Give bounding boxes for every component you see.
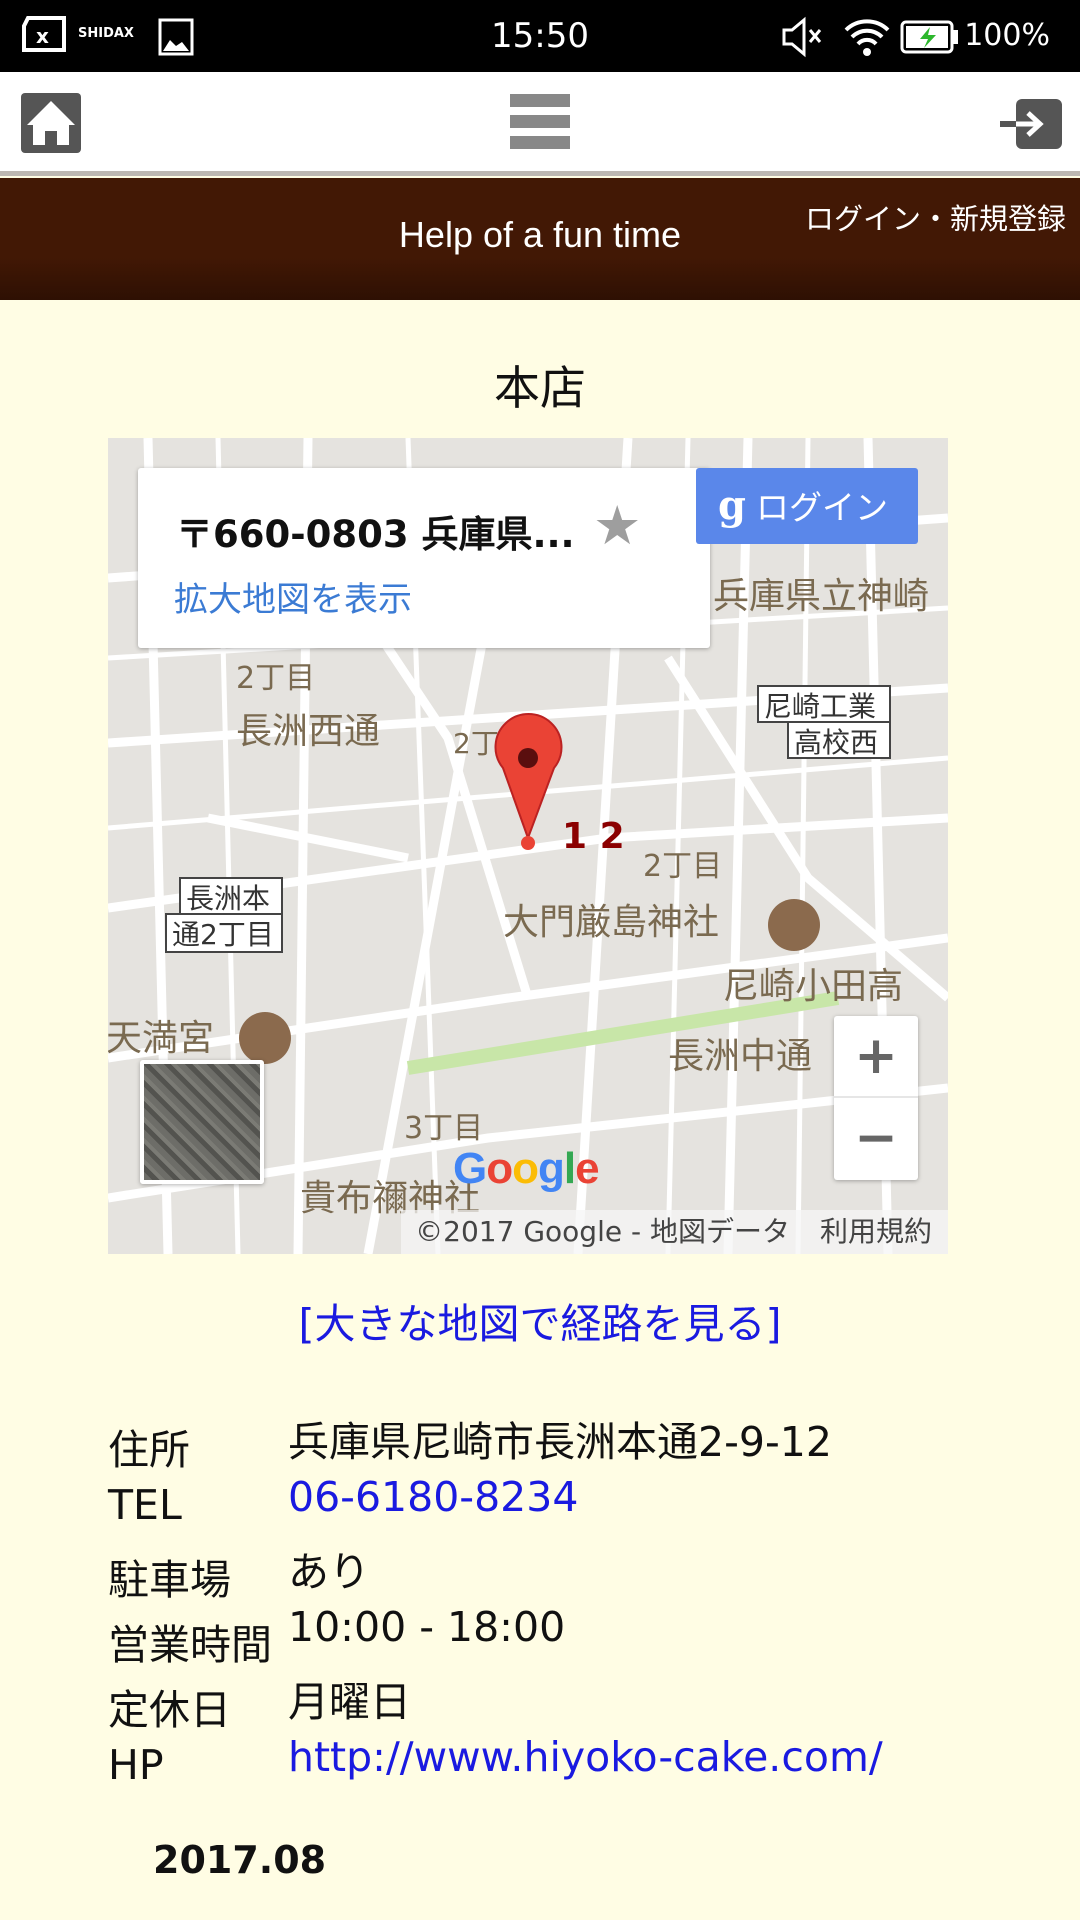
save-star-icon[interactable]: ★ — [593, 494, 641, 557]
info-value: 月曜日 — [288, 1678, 411, 1726]
map-copyright: ©2017 Google - 地図データ — [415, 1215, 790, 1248]
info-label: 駐車場 — [108, 1556, 231, 1604]
mute-icon — [782, 16, 822, 58]
info-label: TEL — [108, 1481, 182, 1529]
news-date: 2017.08 — [153, 1838, 327, 1882]
info-row-hours: 営業時間 10:00 - 18:00 — [108, 1603, 1008, 1669]
info-label: HP — [108, 1741, 164, 1789]
map-attribution: ©2017 Google - 地図データ 利用規約 — [401, 1210, 948, 1254]
route-map-link[interactable]: [大きな地図で経路を見る] — [0, 1290, 1080, 1350]
shop-name: 本店 — [494, 361, 586, 415]
login-arrow-icon[interactable] — [1000, 99, 1062, 149]
info-label: 定休日 — [108, 1686, 231, 1734]
map-info-card: 〒660-0803 兵庫県... ★ 拡大地図を表示 — [138, 468, 710, 648]
login-register-link[interactable]: ログイン・新規登録 — [805, 196, 1066, 238]
wifi-icon — [844, 19, 890, 56]
hamburger-menu-icon — [510, 94, 570, 107]
terms-link[interactable]: 利用規約 — [820, 1215, 932, 1248]
map-label: 尼崎工業 — [764, 690, 876, 723]
map-label: 高校西 — [794, 726, 878, 759]
satellite-toggle[interactable] — [140, 1060, 264, 1184]
map-label: 通2丁目 — [172, 918, 274, 951]
info-row-parking: 駐車場 あり — [108, 1538, 1008, 1604]
info-row-tel: TEL 06-6180-8234 — [108, 1473, 1008, 1538]
map-marker-icon[interactable] — [494, 713, 563, 850]
map-label: 兵庫県立神崎 — [713, 576, 929, 617]
info-label: 営業時間 — [108, 1621, 272, 1669]
phone-link[interactable]: 06-6180-8234 — [288, 1473, 578, 1521]
homepage-link[interactable]: http://www.hiyoko-cake.com/ — [288, 1733, 883, 1781]
shop-info: 住所 兵庫県尼崎市長洲本通2-9-12 TEL 06-6180-8234 駐車場 あり… — [108, 1408, 1008, 1798]
google-g-icon: g — [718, 482, 746, 529]
zoom-out-button[interactable]: − — [834, 1098, 918, 1180]
view-larger-map-link[interactable]: 拡大地図を表示 — [174, 572, 412, 621]
map-label: 2丁目 — [643, 849, 722, 884]
battery-percent: 100% — [964, 18, 1050, 53]
map-address: 〒660-0803 兵庫県... — [176, 513, 575, 556]
google-map[interactable]: 兵庫県立神崎 2丁目 長洲西通 2丁 尼崎工業 高校西 長洲本 通2丁目 2丁目… — [108, 438, 948, 1254]
status-bar: x SHIDAX 15:50 100% — [0, 0, 1080, 72]
info-value: あり — [288, 1548, 370, 1596]
info-row-closed: 定休日 月曜日 — [108, 1668, 1008, 1734]
map-label: 尼崎小田高 — [723, 966, 903, 1007]
home-icon — [27, 101, 75, 145]
zoom-control: + − — [834, 1016, 918, 1180]
marker-label: 1 2 — [562, 816, 625, 857]
info-value: 兵庫県尼崎市長洲本通2-9-12 — [288, 1418, 832, 1466]
map-label: 長洲中通 — [668, 1036, 812, 1077]
info-label: 住所 — [108, 1426, 190, 1474]
map-label: 長洲本 — [186, 882, 270, 915]
hamburger-menu-button[interactable] — [510, 94, 570, 150]
map-label: 大門厳島神社 — [503, 902, 719, 943]
map-label: 長洲西通 — [236, 711, 380, 752]
battery-charging-icon — [900, 20, 958, 54]
info-value: 10:00 - 18:00 — [288, 1603, 566, 1651]
map-label: 2丁目 — [236, 661, 315, 696]
info-row-address: 住所 兵庫県尼崎市長洲本通2-9-12 — [108, 1408, 1008, 1474]
google-login-label: ログイン — [755, 488, 888, 527]
map-label: 天満宮 — [108, 1018, 214, 1059]
toolbar — [0, 72, 1080, 176]
site-header: Help of a fun time ログイン・新規登録 — [0, 178, 1080, 300]
map-label: 2丁 — [453, 727, 499, 760]
info-row-homepage: HP http://www.hiyoko-cake.com/ — [108, 1733, 1008, 1798]
zoom-in-button[interactable]: + — [834, 1016, 918, 1098]
google-logo: Google — [453, 1144, 600, 1193]
home-button[interactable] — [21, 93, 81, 153]
map-label: 3丁目 — [404, 1111, 483, 1146]
google-login-button[interactable]: g ログイン — [696, 468, 918, 544]
